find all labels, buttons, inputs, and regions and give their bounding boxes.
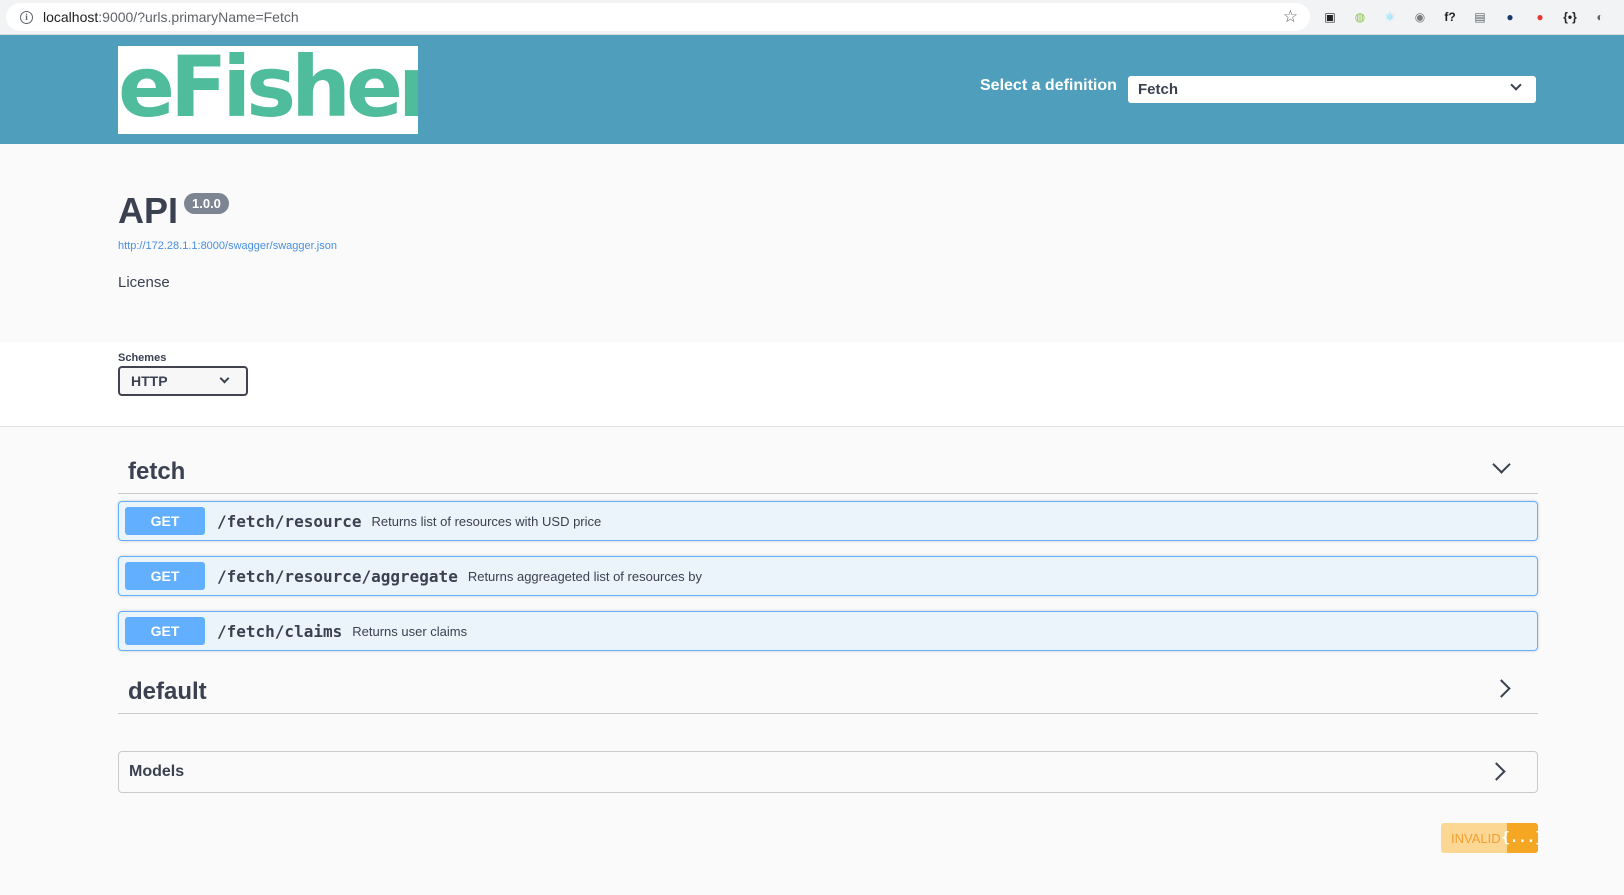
chevron-right-icon[interactable] — [1487, 762, 1506, 781]
models-section[interactable]: Models — [118, 751, 1538, 793]
url-text: localhost:9000/?urls.primaryName=Fetch — [43, 9, 299, 25]
operation-get-fetch-resource[interactable]: GET /fetch/resource Returns list of reso… — [118, 501, 1538, 541]
schemes-section: Schemes HTTP — [0, 342, 1624, 427]
site-info-icon[interactable]: i — [20, 10, 33, 24]
license-link[interactable]: License — [118, 274, 170, 291]
operation-path: /fetch/resource/aggregate — [217, 566, 458, 586]
react-devtools-icon[interactable]: ⚛ — [1380, 7, 1400, 27]
operation-path: /fetch/resource — [217, 511, 362, 531]
operation-path: /fetch/claims — [217, 621, 343, 641]
api-title: API — [118, 190, 179, 231]
schemes-select-value: HTTP — [131, 373, 168, 389]
swagger-json-link[interactable]: http://172.28.1.1:8000/swagger/swagger.j… — [118, 240, 337, 252]
tag-fetch[interactable]: fetch — [118, 450, 1538, 494]
validator-badge[interactable]: INVALID {...} — [1441, 823, 1538, 853]
version-badge: 1.0.0 — [184, 193, 229, 214]
definition-select-value: Fetch — [1138, 81, 1179, 98]
select-definition-label: Select a definition — [980, 77, 1117, 94]
efishery-logo[interactable]: eFishery — [118, 46, 418, 134]
extension-icons: ▣ ◍ ⚛ ◉ f? ▤ ● ● {•} ◐ — [1320, 7, 1610, 27]
ext-1-icon[interactable]: ▣ — [1320, 7, 1340, 27]
camera-icon[interactable]: ◉ — [1410, 7, 1430, 27]
tag-default[interactable]: default — [118, 670, 1538, 714]
operation-get-fetch-resource-aggregate[interactable]: GET /fetch/resource/aggregate Returns ag… — [118, 556, 1538, 596]
chevron-down-icon — [1510, 79, 1522, 91]
chevron-right-icon[interactable] — [1492, 679, 1511, 698]
tag-name: default — [128, 678, 207, 705]
ext-2-icon[interactable]: ◍ — [1350, 7, 1370, 27]
operation-get-fetch-claims[interactable]: GET /fetch/claims Returns user claims — [118, 611, 1538, 651]
topbar: eFishery Select a definition Fetch — [0, 35, 1624, 144]
schemes-select[interactable]: HTTP — [118, 366, 248, 396]
models-label: Models — [129, 763, 185, 780]
ext-7-icon[interactable]: ● — [1500, 7, 1520, 27]
document-icon[interactable]: ▤ — [1470, 7, 1490, 27]
method-badge: GET — [125, 507, 205, 535]
operation-summary: Returns user claims — [352, 623, 468, 639]
ext-8-icon[interactable]: ● — [1530, 7, 1550, 27]
chevron-down-icon[interactable] — [1492, 455, 1511, 474]
tag-name: fetch — [128, 458, 186, 485]
bookmark-star-icon[interactable]: ☆ — [1283, 7, 1298, 27]
api-info: API 1.0.0 — [118, 190, 229, 232]
logo-text: eFishery — [118, 46, 418, 134]
method-badge: GET — [125, 617, 205, 645]
json-icon[interactable]: {•} — [1560, 7, 1580, 27]
url-field[interactable]: i localhost:9000/?urls.primaryName=Fetch… — [6, 3, 1310, 31]
definition-select[interactable]: Fetch — [1128, 76, 1536, 103]
browser-address-bar: i localhost:9000/?urls.primaryName=Fetch… — [0, 0, 1624, 35]
validator-status: INVALID — [1451, 831, 1501, 846]
operation-summary: Returns list of resources with USD price — [371, 513, 602, 529]
font-icon[interactable]: f? — [1440, 7, 1460, 27]
ext-10-icon[interactable]: ◐ — [1590, 7, 1610, 27]
method-badge: GET — [125, 562, 205, 590]
schemes-label: Schemes — [118, 352, 167, 364]
braces-icon: {...} — [1501, 823, 1538, 853]
chevron-down-icon — [219, 373, 230, 384]
operation-summary: Returns aggreageted list of resources by — [467, 568, 702, 584]
